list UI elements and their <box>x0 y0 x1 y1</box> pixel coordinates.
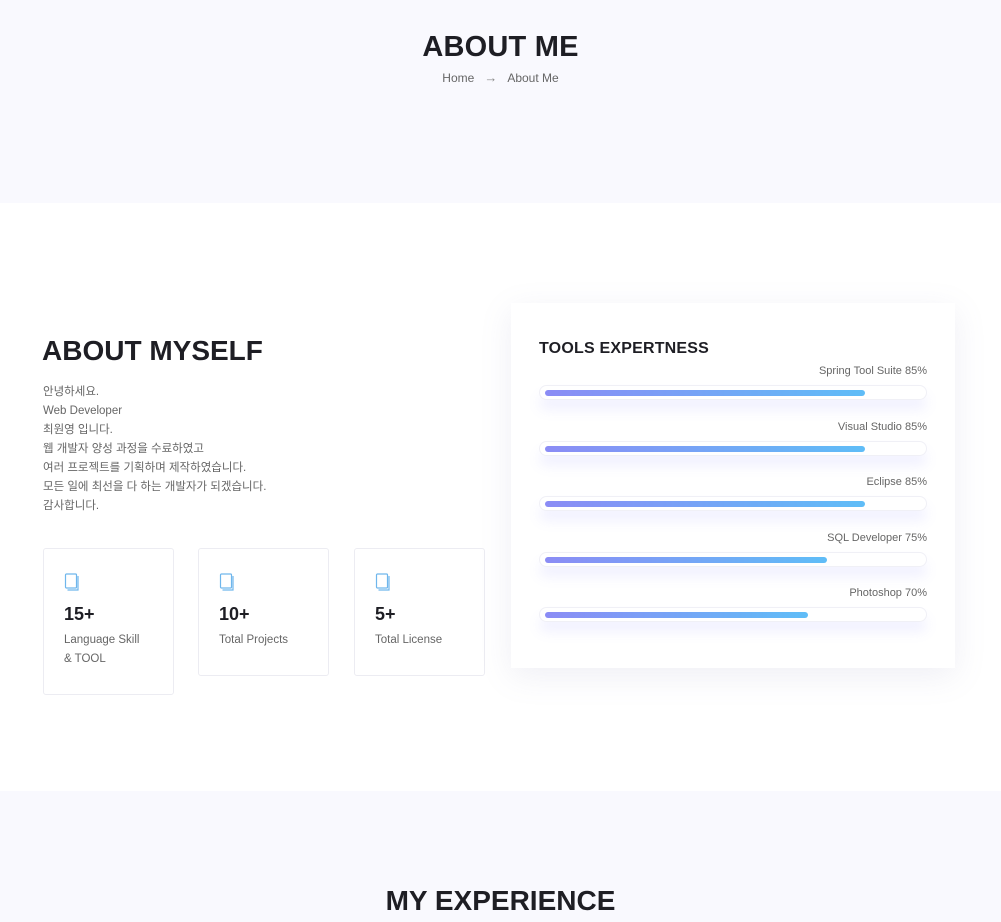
skill-progress-fill <box>545 612 808 618</box>
intro-line: 감사합니다. <box>43 500 100 512</box>
skill-label: Eclipse 85% <box>866 476 927 488</box>
intro-line: 최원영 입니다. <box>43 424 113 436</box>
about-section: ABOUT MYSELF 안녕하세요. Web Developer 최원영 입니… <box>0 203 1001 791</box>
breadcrumb-home-link[interactable]: Home <box>442 71 474 85</box>
intro-line: 모든 일에 최선을 다 하는 개발자가 되겠습니다. <box>43 481 267 493</box>
skill-label: Spring Tool Suite 85% <box>818 365 927 377</box>
skill-progress-fill <box>545 557 827 563</box>
stat-card: 5+ Total License <box>354 548 485 676</box>
stat-label: Language Skill & TOOL <box>64 634 140 665</box>
intro-line: 여러 프로젝트를 기획하며 제작하였습니다. <box>43 462 247 474</box>
skill-item: SQL Developer 75% <box>539 532 927 567</box>
skill-progress-track <box>539 552 927 567</box>
page-title: ABOUT ME <box>422 31 579 63</box>
intro-line: 안녕하세요. <box>43 386 100 398</box>
skill-progress-track <box>539 385 927 400</box>
stat-label: Total License <box>375 634 443 646</box>
skill-label: SQL Developer 75% <box>827 532 927 544</box>
skill-item: Eclipse 85% <box>539 476 927 511</box>
book-icon <box>375 573 390 591</box>
about-title: ABOUT MYSELF <box>42 335 263 366</box>
skill-progress-track <box>539 441 927 456</box>
stat-card: 10+ Total Projects <box>198 548 329 676</box>
page-header: ABOUT ME Home → About Me <box>0 0 1001 203</box>
skill-item: Spring Tool Suite 85% <box>539 365 927 400</box>
book-icon <box>219 573 234 591</box>
skill-progress-fill <box>545 501 865 507</box>
skill-progress-track <box>539 496 927 511</box>
skill-label: Photoshop 70% <box>849 587 927 599</box>
about-intro: 안녕하세요. Web Developer 최원영 입니다. 웹 개발자 양성 과… <box>43 383 473 516</box>
stat-value: 5+ <box>375 604 396 624</box>
intro-line: 웹 개발자 양성 과정을 수료하였고 <box>43 443 204 455</box>
skill-item: Visual Studio 85% <box>539 421 927 456</box>
breadcrumb: Home → About Me <box>0 70 1001 85</box>
intro-line: Web Developer <box>43 405 123 417</box>
stat-value: 15+ <box>64 604 95 624</box>
skill-progress-track <box>539 607 927 622</box>
stat-value: 10+ <box>219 604 250 624</box>
stat-label: Total Projects <box>219 634 289 646</box>
arrow-right-icon: → <box>484 70 498 85</box>
tools-expertness-card: TOOLS EXPERTNESS Spring Tool Suite 85% V… <box>511 303 955 668</box>
skill-item: Photoshop 70% <box>539 587 927 622</box>
skill-progress-fill <box>545 446 865 452</box>
tools-title: TOOLS EXPERTNESS <box>539 340 710 357</box>
experience-section: MY EXPERIENCE <box>0 791 1001 922</box>
stat-card: 15+ Language Skill & TOOL <box>43 548 174 695</box>
skill-label: Visual Studio 85% <box>837 421 927 433</box>
breadcrumb-current: About Me <box>507 70 559 85</box>
book-icon <box>64 573 79 591</box>
skill-progress-fill <box>545 390 865 396</box>
experience-title: MY EXPERIENCE <box>385 885 616 916</box>
